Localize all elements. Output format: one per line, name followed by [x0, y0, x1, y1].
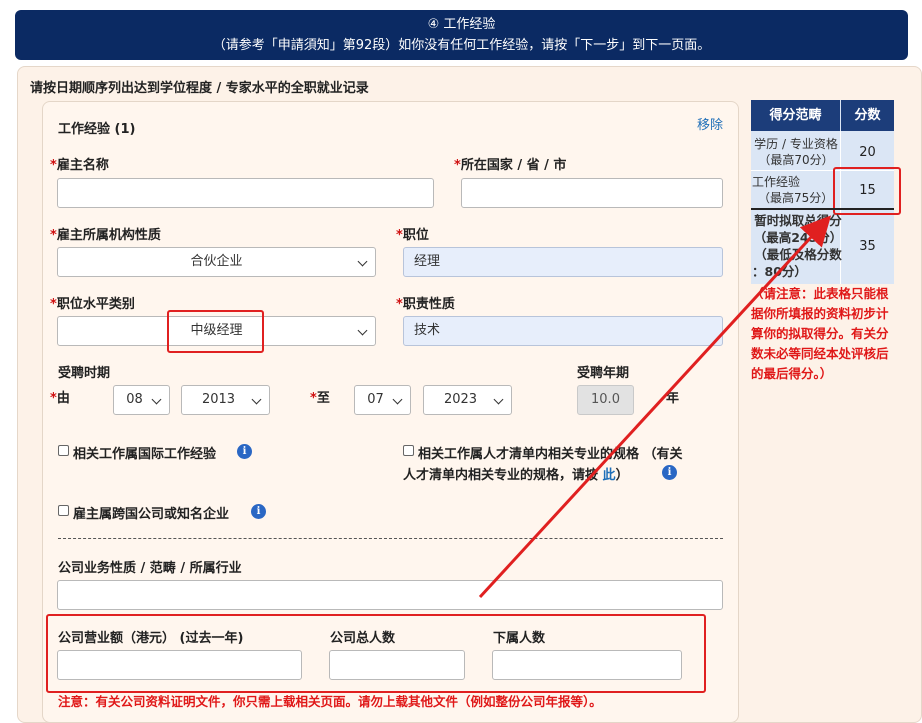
chevron-down-icon — [392, 394, 403, 405]
talent-list-label-line1: 相关工作属人才清单内相关专业的规格 （有关 — [418, 447, 683, 462]
score-row-education: 学历 / 专业资格 （最高70分） — [752, 136, 840, 168]
intl-experience-checkbox[interactable] — [58, 445, 69, 456]
info-icon[interactable]: i — [662, 465, 677, 480]
score-total-line: 暂时拟取总得分 — [754, 213, 842, 228]
from-month-value: 08 — [126, 392, 143, 407]
score-total-line: （最高245分） — [753, 230, 843, 245]
talent-list-checkbox[interactable] — [403, 445, 414, 456]
remove-link[interactable]: 移除 — [697, 114, 723, 133]
chevron-down-icon — [251, 394, 262, 405]
score-total-line: ：80分） — [752, 264, 807, 279]
org-nature-label: *雇主所属机构性质 — [50, 228, 161, 243]
turnover-input[interactable] — [57, 650, 302, 680]
score-row-sublabel: （最高75分） — [758, 191, 834, 205]
period-label: 受聘时期 — [58, 366, 111, 381]
to-label: *至 — [310, 391, 330, 406]
org-nature-select[interactable]: 合伙企业 — [57, 247, 376, 277]
info-icon[interactable]: i — [251, 504, 266, 519]
employer-name-input[interactable] — [57, 178, 434, 208]
from-label: *由 — [50, 391, 70, 406]
score-disclaimer: （请注意：此表格只能根据你所填报的资料初步计算你的拟取得分。有关分数未必等同经本… — [751, 286, 889, 381]
mnc-label: 雇主属跨国公司或知名企业 — [73, 507, 230, 522]
section-header: ④ 工作经验 （请参考「申請須知」第92段）如你没有任何工作经验，请按「下一步」… — [15, 10, 908, 60]
years-label: 受聘年期 — [577, 366, 630, 381]
country-input[interactable] — [461, 178, 723, 208]
score-total-label: 暂时拟取总得分 （最高245分） （最低及格分数 ：80分） — [752, 212, 844, 280]
subordinates-label: 下属人数 — [493, 631, 546, 646]
card-title: 工作经验 (1) — [58, 122, 136, 137]
score-row-label: 学历 / 专业资格 — [754, 137, 838, 151]
score-value-education: 20 — [859, 145, 876, 160]
score-row-work: 工作经验 （最高75分） — [752, 174, 840, 206]
from-month-select[interactable]: 08 — [113, 385, 170, 415]
staff-label: 公司总人数 — [330, 631, 396, 646]
position-input[interactable]: 经理 — [403, 247, 723, 277]
years-unit: 年 — [666, 391, 680, 406]
from-year-select[interactable]: 2013 — [181, 385, 270, 415]
chevron-down-icon — [151, 394, 162, 405]
subordinates-input[interactable] — [492, 650, 682, 680]
employer-name-label: *雇主名称 — [50, 158, 109, 173]
to-month-select[interactable]: 07 — [354, 385, 411, 415]
annotation-level-box — [167, 310, 264, 353]
business-label: 公司业务性质 / 范畴 / 所属行业 — [58, 561, 242, 576]
score-total-divider — [751, 208, 894, 210]
instruction-text: 请按日期顺序列出达到学位程度 / 专家水平的全职就业记录 — [30, 81, 369, 96]
turnover-label: 公司营业额（港元） (过去一年) — [58, 631, 244, 646]
score-table-header-score: 分数 — [841, 100, 894, 131]
info-icon[interactable]: i — [237, 444, 252, 459]
score-value-total: 35 — [859, 239, 876, 254]
intl-experience-label: 相关工作属国际工作经验 — [73, 447, 217, 462]
duty-label: *职责性质 — [396, 297, 455, 312]
staff-input[interactable] — [329, 650, 465, 680]
years-value: 10.0 — [577, 385, 634, 415]
chevron-down-icon — [493, 394, 504, 405]
to-year-select[interactable]: 2023 — [423, 385, 512, 415]
from-year-value: 2013 — [201, 392, 236, 407]
talent-list-link[interactable]: 此 — [603, 468, 616, 483]
level-label: *职位水平类别 — [50, 297, 135, 312]
position-label: *职位 — [396, 228, 429, 243]
chevron-down-icon — [357, 325, 368, 336]
score-row-sublabel: （最高70分） — [758, 153, 834, 167]
country-label: *所在国家 / 省 / 市 — [454, 158, 567, 173]
to-year-value: 2023 — [443, 392, 478, 407]
mnc-checkbox[interactable] — [58, 505, 69, 516]
score-table-header-category: 得分范畴 — [751, 100, 840, 131]
section-title: ④ 工作经验 — [427, 17, 496, 32]
dashed-divider — [58, 538, 723, 539]
duty-input[interactable]: 技术 — [403, 316, 723, 346]
org-nature-value: 合伙企业 — [190, 254, 243, 269]
score-total-line: （最低及格分数 — [754, 247, 842, 262]
business-input[interactable] — [57, 580, 723, 610]
chevron-down-icon — [357, 256, 368, 267]
section-subtitle: （请参考「申請須知」第92段）如你没有任何工作经验，请按「下一步」到下一页面。 — [212, 38, 711, 53]
talent-list-label-line2: 人才清单内相关专业的规格，请按 此） — [403, 468, 629, 483]
score-row-label: 工作经验 — [752, 175, 801, 189]
to-month-value: 07 — [367, 392, 384, 407]
upload-note: 注意：有关公司资料证明文件，你只需上载相关页面。请勿上载其他文件（例如整份公司年… — [58, 694, 602, 709]
